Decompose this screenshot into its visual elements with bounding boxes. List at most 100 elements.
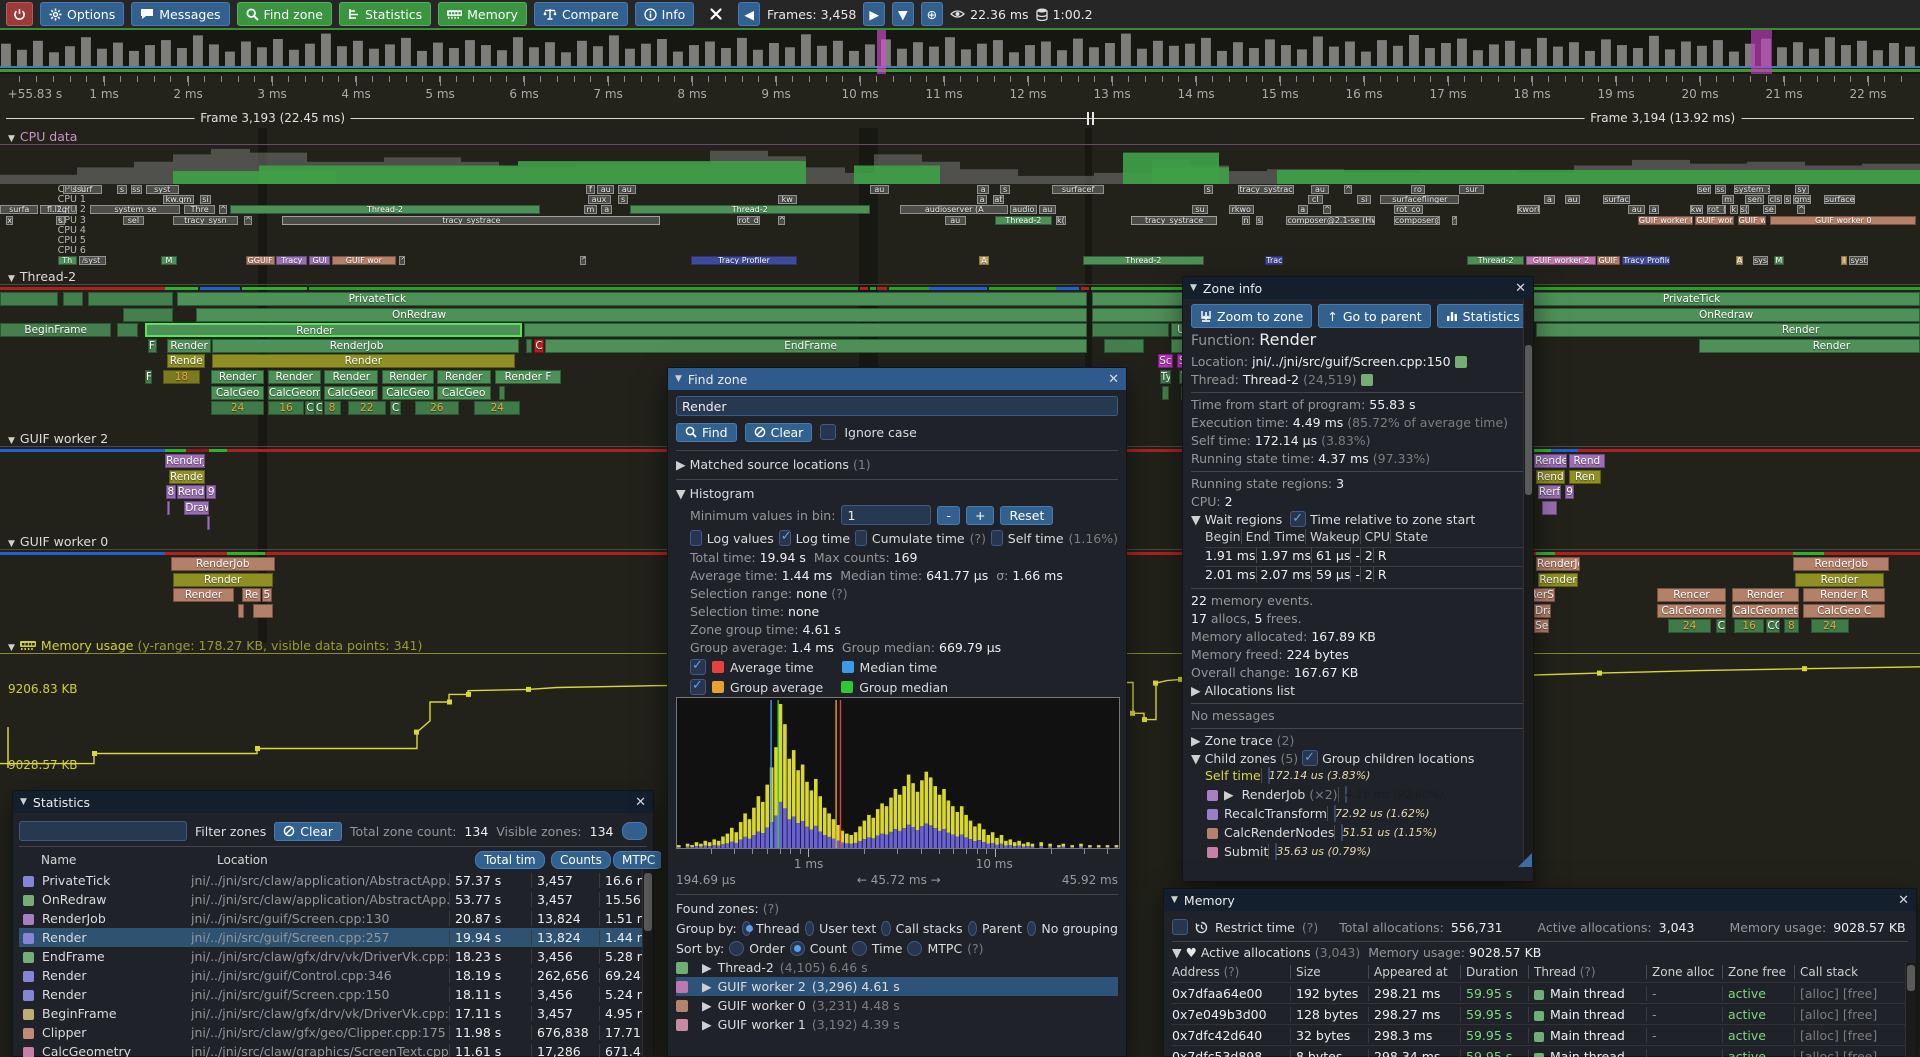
histogram-expander[interactable]: ▼ Histogram (676, 485, 1118, 503)
zone-chip[interactable]: 16 (1734, 619, 1765, 633)
found-zone-row[interactable]: ▶GUIF worker 0(3,231) 4.48 s (676, 996, 1118, 1015)
zone-chip[interactable]: Sc (1158, 354, 1173, 368)
found-zone-row[interactable]: ▶Thread-2(4,105) 6.46 s (676, 958, 1118, 977)
zone-chip[interactable]: Rend (177, 485, 206, 499)
cpu-zone-chip[interactable]: a (1298, 205, 1308, 214)
cpu-zone-chip[interactable]: composer@2.1-se (Hw (1286, 216, 1374, 225)
find-button[interactable]: Find (676, 423, 737, 442)
memory-col-header[interactable]: Size (1290, 965, 1368, 979)
cpu-zone-chip[interactable]: sel (123, 216, 144, 225)
zone-chip[interactable]: RenderJob (171, 557, 275, 571)
cpu-zone-chip[interactable]: composer@ (1394, 216, 1440, 225)
zone-chip[interactable] (524, 323, 1087, 337)
zoom-to-zone-button[interactable]: Zoom to zone (1191, 304, 1312, 328)
cpu-zone-chip[interactable]: surfacefling (1824, 195, 1855, 204)
cpu-zone-chip[interactable]: at (993, 195, 1005, 204)
cpu-zone-chip[interactable]: au (945, 216, 966, 225)
cpu-zone-chip[interactable]: ssurf (63, 185, 101, 194)
child-zone-row[interactable]: RecalcTransform72.92 us (1.62%) (1205, 806, 1525, 825)
find-zone-titlebar[interactable]: ▼Find zone✕ (668, 368, 1126, 390)
zone-chip[interactable] (117, 323, 138, 337)
zone-chip[interactable] (526, 339, 532, 353)
zone-chip[interactable]: Rend (1569, 454, 1605, 468)
compare-button[interactable]: Compare (534, 2, 628, 26)
collapse-button[interactable]: ▼ (892, 2, 914, 26)
cpu-zone-chip[interactable]: kw.gm (163, 195, 194, 204)
cpu-zone-chip[interactable]: surfaceflinger (1380, 195, 1459, 204)
zone-chip[interactable]: 18 (163, 370, 199, 384)
cpu-zone-chip[interactable]: Thre (184, 205, 215, 214)
cpu-zone-chip[interactable]: tracy_systrace (282, 216, 660, 225)
stats-row[interactable]: PrivateTickjni/../jni/src/claw/applicati… (19, 871, 647, 890)
zone-chip[interactable]: C (1716, 619, 1726, 633)
cpu-zone-chip[interactable]: si (200, 195, 212, 204)
zone-chip[interactable]: Dra (1534, 604, 1551, 618)
zone-chip[interactable]: Ren (1569, 470, 1602, 484)
go-to-parent-button[interactable]: ↑Go to parent (1318, 304, 1430, 328)
zone-chip[interactable]: Ty (1160, 370, 1172, 384)
crosshair-button[interactable]: ⊕ (921, 2, 943, 26)
stats-row[interactable]: CalcGeometryjni/../jni/src/claw/graphics… (19, 1042, 647, 1057)
zone-chip[interactable]: Render (268, 370, 321, 384)
timeline-ruler[interactable]: +55.83 s1 ms2 ms3 ms4 ms5 ms6 ms7 ms8 ms… (0, 74, 1920, 110)
cpu-zone-chip[interactable]: kworke (1517, 205, 1540, 214)
stats-row[interactable]: Renderjni/../jni/src/guif/Screen.cpp:150… (19, 985, 647, 1004)
group-checkbox[interactable] (690, 679, 706, 695)
allocation-row[interactable]: 0x7dfc42d64032 bytes298.3 ms59.95 sMain … (1172, 1024, 1908, 1045)
zone-chip[interactable]: CalcGeo (437, 386, 491, 400)
cpu-zone-chip[interactable]: si (1357, 195, 1370, 204)
frame-overview-graph[interactable] (0, 30, 1920, 74)
zone-chip[interactable]: C (390, 401, 402, 415)
child-zone-row[interactable]: Self time172.14 us (3.83%) (1205, 768, 1525, 787)
info-button[interactable]: Info (635, 2, 695, 26)
zone-chip[interactable]: Render (1536, 323, 1920, 337)
allocation-row[interactable]: 0x7e049b3d00128 bytes298.27 ms59.95 sMai… (1172, 1003, 1908, 1024)
zone-chip[interactable] (63, 292, 82, 306)
cpu-zone-chip[interactable]: ^ (219, 205, 227, 214)
cpu-zone-chip[interactable]: surfac (1603, 195, 1630, 204)
sortby-radio-mtpc[interactable] (907, 941, 922, 956)
frame-label-right[interactable]: Frame 3,194 (13.92 ms) (1584, 111, 1741, 125)
groupby-radio-user-text[interactable] (805, 921, 814, 936)
self-time-checkbox[interactable] (991, 530, 1003, 546)
cpu-zone-chip[interactable]: GUIF w (1738, 216, 1767, 225)
zone-chip[interactable]: Render (1699, 339, 1920, 353)
zone-chip[interactable]: Render (173, 588, 234, 602)
cpu-zone-chip[interactable]: Thread-2 (630, 205, 870, 214)
zone-chip-selected[interactable]: Render (145, 323, 522, 337)
zone-chip[interactable]: CalcGeor (324, 386, 378, 400)
zone-chip[interactable]: Re (242, 588, 261, 602)
prev-frame-button[interactable]: ◀ (738, 2, 760, 26)
zone-chip[interactable]: 5 (262, 588, 272, 602)
child-zone-row[interactable]: Submit35.63 us (0.79%) (1205, 844, 1525, 863)
cpu-zone-chip[interactable]: su (1192, 205, 1207, 214)
statistics-titlebar[interactable]: ▼Statistics✕ (13, 791, 653, 813)
cpu-zone-chip[interactable]: sy (1795, 185, 1808, 194)
matched-source-locations[interactable]: ▶ Matched source locations (1) (676, 456, 1118, 474)
zone-chip[interactable]: Render (1536, 470, 1565, 484)
restrict-time-checkbox[interactable] (1172, 919, 1188, 935)
cpu-zone-chip[interactable]: a (601, 205, 613, 214)
memory-col-header[interactable]: Appeared at (1368, 965, 1460, 979)
zone-chip[interactable]: RenderJol (165, 454, 205, 468)
cpu-zone-chip[interactable]: s (618, 195, 628, 204)
min-values-input[interactable] (841, 505, 931, 525)
zone-chip[interactable]: EndFrame (545, 339, 1086, 353)
groupby-radio-call-stacks[interactable] (881, 921, 890, 936)
cpu-zone-chip[interactable]: s (1204, 185, 1214, 194)
sort-column-mtpc[interactable]: MTPC (613, 851, 661, 869)
zone-chip[interactable]: Render (167, 339, 211, 353)
zone-chip[interactable] (253, 604, 272, 618)
zone-chip[interactable]: CalcGeome (1657, 604, 1726, 618)
cpu-zone-chip[interactable]: Thread-2 (995, 216, 1053, 225)
zone-chip[interactable]: Render (324, 370, 378, 384)
stats-row[interactable]: Renderjni/../jni/src/guif/Control.cpp:34… (19, 966, 647, 985)
memory-col-header[interactable]: Duration (1460, 965, 1528, 979)
stats-row[interactable]: EndFramejni/../jni/src/claw/gfx/drv/vk/D… (19, 947, 647, 966)
cpu-zone-chip[interactable]: Trac (1265, 256, 1282, 265)
zone-chip[interactable] (238, 604, 244, 618)
zone-chip[interactable]: CC (1766, 619, 1779, 633)
cpu-zone-chip[interactable]: n (1242, 216, 1250, 225)
zone-chip[interactable]: 24 (211, 401, 264, 415)
cpu-zone-chip[interactable]: ^ (1323, 205, 1331, 214)
